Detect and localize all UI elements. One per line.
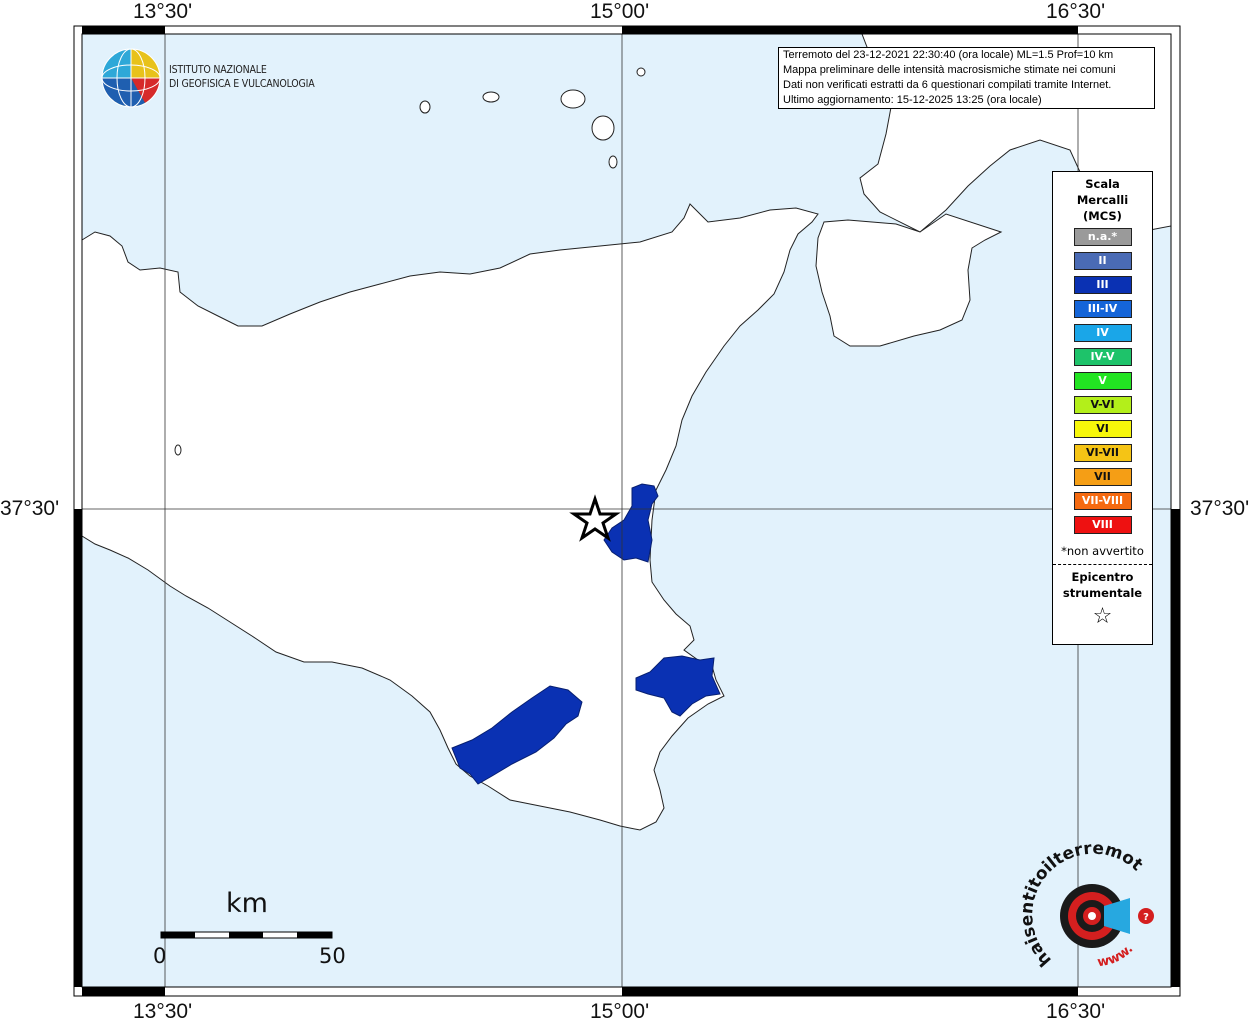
legend-title: Scala Mercalli (MCS) xyxy=(1053,176,1152,224)
legend-item-v-vi: V-VI xyxy=(1073,396,1132,414)
legend-item-viii: VIII xyxy=(1073,516,1132,534)
legend-epicenter: Epicentro strumentale xyxy=(1053,569,1152,601)
mcs-legend: Scala Mercalli (MCS) n.a.* II III III-IV IV I… xyxy=(1052,171,1153,645)
coord-bottom-2: 15°00' xyxy=(590,1000,650,1023)
frame-segment xyxy=(622,987,1078,996)
legend-items: n.a.* II III III-IV IV IV-V V V-VI VI VI-VII VII VI… xyxy=(1053,228,1152,534)
legend-item-iv: IV xyxy=(1073,324,1132,342)
scale-unit: km xyxy=(226,888,268,919)
legend-item-iii: III xyxy=(1073,276,1132,294)
scale-end: 50 xyxy=(319,944,346,968)
coord-top-2: 15°00' xyxy=(590,0,650,23)
island xyxy=(560,89,586,109)
legend-epicenter-1: Epicentro xyxy=(1071,570,1134,584)
coord-top-1: 13°30' xyxy=(133,0,193,23)
legend-item-vi: VI xyxy=(1073,420,1132,438)
info-line-2: Mappa preliminare delle intensità macros… xyxy=(783,64,1116,76)
coord-left: 37°30' xyxy=(0,497,60,520)
ingv-title: ISTITUTO NAZIONALE DI GEOFISICA E VULCAN… xyxy=(169,63,315,91)
legend-star-icon: ☆ xyxy=(1092,604,1113,629)
frame-segment xyxy=(1171,509,1180,987)
frame-segment xyxy=(622,26,1078,34)
legend-item-iv-v: IV-V xyxy=(1073,348,1132,366)
svg-text:?: ? xyxy=(1143,912,1149,923)
island xyxy=(174,444,182,456)
island xyxy=(608,155,618,169)
scale-bar xyxy=(160,931,333,939)
legend-item-v: V xyxy=(1073,372,1132,390)
earthquake-info-box: Terremoto del 23-12-2021 22:30:40 (ora l… xyxy=(778,47,1155,109)
frame-segment xyxy=(74,509,82,987)
frame-segment xyxy=(82,987,165,996)
legend-title-1: Scala xyxy=(1085,177,1120,191)
coord-bottom-3: 16°30' xyxy=(1046,1000,1106,1023)
coord-bottom-1: 13°30' xyxy=(133,1000,193,1023)
island xyxy=(419,100,431,114)
legend-divider xyxy=(1053,564,1152,565)
info-line-3: Dati non verificati estratti da 6 questi… xyxy=(783,79,1112,91)
info-line-1: Terremoto del 23-12-2021 22:30:40 (ora l… xyxy=(783,49,1114,61)
island xyxy=(482,91,500,103)
legend-item-iii-iv: III-IV xyxy=(1073,300,1132,318)
ingv-globe-logo xyxy=(101,48,161,108)
legend-item-ii: II xyxy=(1073,252,1132,270)
legend-item-n-a: n.a.* xyxy=(1073,228,1132,246)
info-line-4: Ultimo aggiornamento: 15-12-2025 13:25 (… xyxy=(783,94,1042,106)
ingv-line-1: ISTITUTO NAZIONALE xyxy=(169,64,267,76)
frame-segment xyxy=(82,26,165,34)
island xyxy=(636,67,646,77)
scale-start: 0 xyxy=(153,944,167,968)
legend-item-vii-viii: VII-VIII xyxy=(1073,492,1132,510)
island xyxy=(591,115,615,141)
legend-epicenter-2: strumentale xyxy=(1062,586,1143,600)
coord-right: 37°30' xyxy=(1190,497,1250,520)
legend-title-3: (MCS) xyxy=(1083,209,1122,223)
legend-note: *non avvertito xyxy=(1061,544,1144,558)
coord-top-3: 16°30' xyxy=(1046,0,1106,23)
legend-title-2: Mercalli xyxy=(1076,193,1129,207)
legend-item-vii: VII xyxy=(1073,468,1132,486)
legend-item-vi-vii: VI-VII xyxy=(1073,444,1132,462)
ingv-line-2: DI GEOFISICA E VULCANOLOGIA xyxy=(169,78,315,90)
